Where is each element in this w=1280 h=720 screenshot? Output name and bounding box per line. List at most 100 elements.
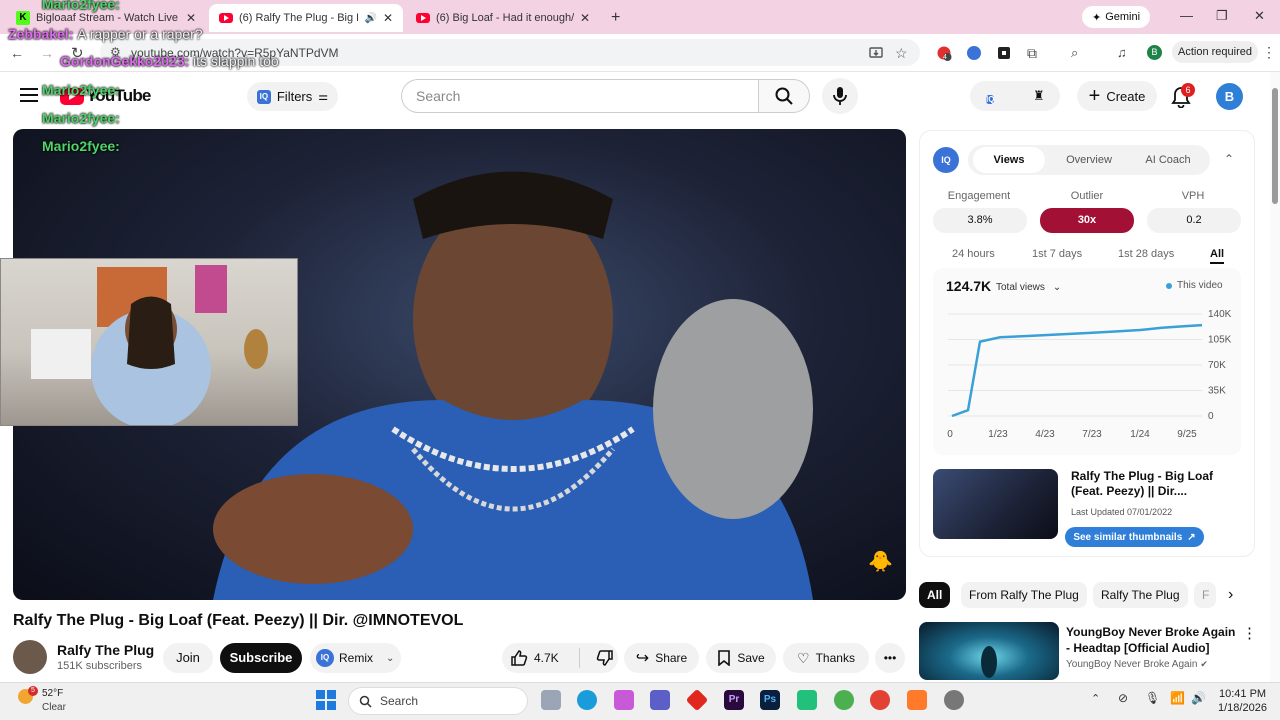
vidiq-extension-icon[interactable] (966, 45, 982, 61)
microphone-icon (833, 87, 847, 105)
y-tick-label: 70K (1208, 360, 1226, 371)
tray-app-icon[interactable]: ⊘ (1118, 691, 1128, 705)
task-view-icon[interactable] (541, 690, 561, 710)
speaker-icon[interactable]: 🔊 (364, 13, 376, 24)
teams-icon[interactable] (650, 690, 670, 710)
chip-overflow[interactable]: F (1194, 582, 1216, 608)
range-7d[interactable]: 1st 7 days (1032, 248, 1082, 260)
join-button[interactable]: Join (163, 643, 213, 673)
browser-menu-icon[interactable]: ⋮ (1262, 44, 1276, 61)
thumbs-up-icon[interactable] (510, 649, 528, 667)
channel-avatar[interactable] (13, 640, 47, 674)
media-control-icon[interactable]: ♫ (1117, 45, 1133, 61)
microphone-tray-icon[interactable]: 🎙 (1145, 691, 1160, 705)
copilot-icon[interactable] (614, 690, 634, 710)
tab-big-loaf[interactable]: (6) Big Loaf - Had it enough/M ✕ (406, 4, 600, 32)
share-button[interactable]: ↪ Share (624, 643, 699, 673)
chat-line: Mario2fyee: (42, 138, 120, 154)
clock-date[interactable]: 1/18/2026 (1218, 702, 1267, 714)
thanks-button[interactable]: ♡ Thanks (783, 643, 869, 673)
channel-name[interactable]: Ralfy The Plug (57, 642, 154, 658)
metric-label: VPH (1181, 190, 1205, 202)
voice-search-button[interactable] (822, 78, 858, 114)
weather-condition[interactable]: Clear (42, 702, 66, 713)
recommendation-menu-icon[interactable]: ⋮ (1242, 624, 1257, 642)
remix-button[interactable]: IQ Remix ⌄ (310, 643, 401, 673)
webcam-frame-art (31, 265, 268, 425)
video-title: Ralfy The Plug - Big Loaf (Feat. Peezy) … (13, 612, 464, 629)
create-button[interactable]: + Create (1077, 81, 1157, 111)
x-tick-label: 1/23 (988, 429, 1008, 440)
install-app-icon[interactable] (868, 45, 884, 61)
chevron-down-icon[interactable]: ⌄ (386, 653, 394, 664)
bookmark-star-icon[interactable]: ☆ (895, 45, 911, 61)
more-actions-icon[interactable]: ••• (875, 643, 905, 673)
new-tab-icon[interactable]: + (611, 9, 620, 27)
search-button[interactable] (758, 79, 810, 113)
search-tabs-icon[interactable]: ⌕ (1071, 45, 1087, 61)
range-24h[interactable]: 24 hours (952, 248, 995, 260)
extension-square-icon[interactable] (996, 45, 1012, 61)
search-icon (775, 87, 793, 105)
tray-chevron-icon[interactable]: ⌃ (1091, 692, 1100, 705)
range-all[interactable]: All (1210, 248, 1225, 264)
recommendation-channel[interactable]: YoungBoy Never Broke Again ✔ (1066, 659, 1208, 670)
recommendation-channel-name: YoungBoy Never Broke Again (1066, 659, 1198, 670)
chips-next-icon[interactable]: › (1228, 586, 1233, 604)
subscribe-button[interactable]: Subscribe (220, 643, 302, 673)
external-arrow-icon: ↗ (1187, 531, 1196, 543)
browser-profile-avatar[interactable]: B (1147, 45, 1162, 60)
minimize-icon[interactable]: — (1180, 8, 1193, 23)
search-icon (359, 695, 372, 708)
obs-icon[interactable] (944, 690, 964, 710)
recommendation-title[interactable]: YoungBoy Never Broke Again - Headtap [Of… (1066, 624, 1236, 656)
chat-line: Mario2fyee: (42, 110, 120, 126)
chrome-profile-icon[interactable] (834, 690, 854, 710)
gemini-button[interactable]: ✦ Gemini (1082, 6, 1150, 28)
search-input[interactable]: Search (401, 79, 759, 113)
wifi-icon[interactable]: 📶 (1170, 691, 1185, 705)
views-metric-select[interactable]: Total views ⌄ (996, 278, 1082, 296)
related-video-title[interactable]: Ralfy The Plug - Big Loaf (Feat. Peezy) … (1071, 469, 1246, 499)
action-required-button[interactable]: Action required (1172, 41, 1258, 63)
tab-views[interactable]: Views (973, 147, 1045, 173)
tab-ai-coach[interactable]: AI Coach (1134, 145, 1202, 175)
range-28d[interactable]: 1st 28 days (1118, 248, 1174, 260)
close-tab-icon[interactable]: ✕ (580, 11, 590, 25)
volume-icon[interactable]: 🔊 (1191, 691, 1206, 705)
maximize-icon[interactable]: ❐ (1216, 8, 1228, 24)
thumbs-down-icon[interactable] (596, 649, 614, 667)
chat-app-icon[interactable] (797, 690, 817, 710)
recommendation-thumbnail[interactable] (919, 622, 1059, 680)
trophy-icon[interactable]: ♜ (1033, 88, 1045, 104)
remix-label: Remix (339, 651, 374, 665)
related-video-thumbnail[interactable] (933, 469, 1058, 539)
edge-icon[interactable] (577, 690, 597, 710)
collapse-chevron-icon[interactable]: ⌃ (1224, 152, 1234, 166)
tab-overview[interactable]: Overview (1053, 145, 1125, 175)
close-window-icon[interactable]: ✕ (1254, 8, 1265, 24)
orange-app-icon[interactable] (907, 690, 927, 710)
clock-time[interactable]: 10:41 PM (1219, 688, 1266, 700)
chip-all[interactable]: All (919, 582, 951, 608)
chrome-icon[interactable] (870, 690, 890, 710)
photoshop-icon[interactable]: Ps (760, 690, 780, 710)
extensions-puzzle-icon[interactable]: ⧉ (1027, 45, 1043, 61)
vidiq-menu-icon[interactable]: IQ (986, 89, 995, 107)
taskbar-search[interactable]: Search (348, 687, 528, 715)
weather-temperature[interactable]: 52°F (42, 688, 63, 699)
chip-from-channel[interactable]: From Ralfy The Plug (961, 582, 1087, 608)
metric-label: Outlier (1070, 190, 1104, 202)
outlier-value: 30x (1040, 208, 1134, 233)
see-similar-thumbnails-button[interactable]: See similar thumbnails ↗ (1065, 527, 1204, 547)
close-tab-icon[interactable]: ✕ (383, 11, 393, 25)
filters-button[interactable]: IQ Filters ⚌ (247, 82, 338, 111)
windows-start-icon[interactable] (316, 690, 336, 710)
save-label: Save (737, 651, 765, 665)
premiere-icon[interactable]: Pr (724, 690, 744, 710)
like-count[interactable]: 4.7K (534, 651, 559, 665)
chip-channel[interactable]: Ralfy The Plug (1093, 582, 1188, 608)
account-avatar[interactable]: B (1216, 83, 1243, 110)
scrollbar-thumb[interactable] (1272, 88, 1278, 204)
save-button[interactable]: Save (706, 643, 776, 673)
